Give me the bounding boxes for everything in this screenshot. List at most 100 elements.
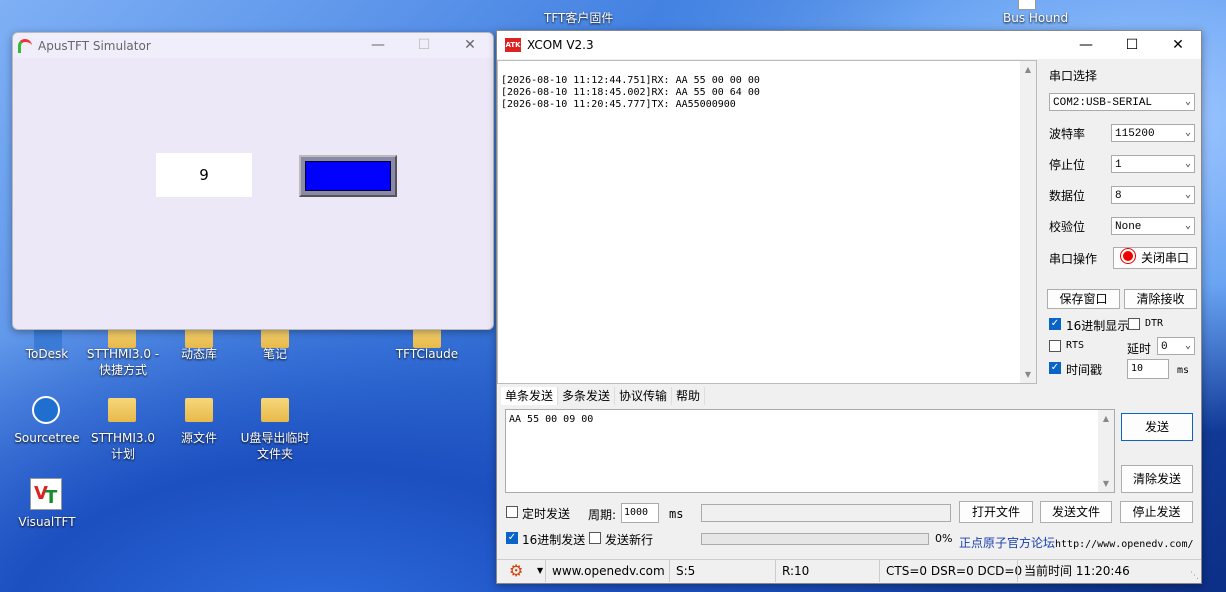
- hex-display-label: 16进制显示: [1066, 319, 1130, 333]
- receive-scrollbar[interactable]: ▲ ▼: [1020, 61, 1036, 383]
- status-current-time: 当前时间 11:20:46: [1017, 560, 1130, 582]
- log-line: [2026-08-10 11:12:44.751]RX: AA 55 00 00…: [501, 75, 760, 86]
- status-url[interactable]: www.openedv.com: [545, 560, 665, 582]
- desktop-label-bus-hound[interactable]: Bus Hound: [1003, 10, 1068, 26]
- delay-label: 延时: [1127, 342, 1152, 356]
- settings-gear-icon[interactable]: ⚙: [509, 562, 523, 580]
- chevron-down-icon[interactable]: ▼: [537, 560, 543, 582]
- stop-bits-label: 停止位: [1049, 158, 1086, 172]
- desktop-icon-notes[interactable]: 笔记: [250, 346, 300, 362]
- xcom-window-title: XCOM V2.3: [527, 38, 594, 52]
- data-bits-select[interactable]: 8 ⌄: [1111, 186, 1195, 204]
- send-button[interactable]: 发送: [1121, 413, 1193, 441]
- port-select-value: COM2:USB-SERIAL: [1053, 97, 1153, 109]
- close-icon[interactable]: ✕: [447, 33, 493, 58]
- send-newline-label: 发送新行: [605, 533, 654, 547]
- chevron-down-icon: ⌄: [1184, 341, 1191, 352]
- apus-number-display: 9: [156, 153, 252, 197]
- stop-bits-value: 1: [1115, 159, 1122, 171]
- desktop-icon-sourcetree[interactable]: Sourcetree: [12, 430, 82, 446]
- tab-help[interactable]: 帮助: [672, 387, 706, 405]
- save-window-button[interactable]: 保存窗口: [1047, 289, 1120, 309]
- resize-grip-icon[interactable]: ⋱: [1190, 571, 1199, 581]
- chevron-down-icon: ⌄: [1184, 97, 1191, 108]
- apus-title-bar: ApusTFT Simulator — ☐ ✕: [13, 33, 493, 58]
- folder-icon[interactable]: [108, 398, 136, 422]
- baud-select[interactable]: 115200 ⌄: [1111, 124, 1195, 142]
- apus-simulator-window: ApusTFT Simulator — ☐ ✕ 9: [12, 32, 494, 330]
- sourcetree-icon[interactable]: [32, 396, 60, 424]
- send-progress-text: 0%: [935, 532, 953, 545]
- tab-multi-send[interactable]: 多条发送: [558, 387, 616, 405]
- timestamp-unit: ms: [1177, 365, 1190, 376]
- desktop-label-tft-customer[interactable]: TFT客户固件: [544, 10, 613, 26]
- apus-blue-button[interactable]: [299, 155, 397, 197]
- period-unit: ms: [669, 507, 684, 521]
- tab-single-send[interactable]: 单条发送: [501, 387, 559, 405]
- folder-icon[interactable]: [185, 398, 213, 422]
- receive-log-area[interactable]: [2026-08-10 11:12:44.751]RX: AA 55 00 00…: [497, 60, 1037, 384]
- timestamp-interval-input[interactable]: 10: [1127, 359, 1169, 379]
- minimize-icon[interactable]: —: [1063, 33, 1109, 58]
- open-file-button[interactable]: 打开文件: [959, 501, 1033, 523]
- timestamp-checkbox[interactable]: ✓: [1049, 362, 1061, 374]
- chevron-down-icon: ⌄: [1184, 159, 1191, 170]
- scroll-down-icon[interactable]: ▼: [1098, 479, 1114, 488]
- desktop-icon-visualtft[interactable]: VisualTFT: [14, 514, 80, 530]
- timed-send-checkbox[interactable]: [506, 506, 518, 518]
- tab-protocol[interactable]: 协议传输: [615, 387, 673, 405]
- clear-receive-label: 清除接收: [1136, 292, 1185, 306]
- timed-send-label: 定时发送: [522, 507, 571, 521]
- desktop-icon-sthmi-plan[interactable]: STTHMI3.0 计划: [86, 430, 160, 462]
- close-port-label: 关闭串口: [1140, 251, 1189, 265]
- minimize-icon[interactable]: —: [355, 33, 401, 58]
- period-input[interactable]: 1000: [621, 503, 659, 523]
- parity-select[interactable]: None ⌄: [1111, 217, 1195, 235]
- bus-hound-icon[interactable]: [1018, 0, 1036, 10]
- open-file-label: 打开文件: [971, 505, 1020, 519]
- port-operation-label: 串口操作: [1049, 252, 1098, 266]
- hex-send-checkbox[interactable]: ✓: [506, 532, 518, 544]
- data-bits-value: 8: [1115, 190, 1122, 202]
- timestamp-interval-value: 10: [1131, 363, 1144, 374]
- rts-label: RTS: [1066, 340, 1085, 351]
- rts-checkbox[interactable]: [1049, 340, 1061, 352]
- send-newline-checkbox[interactable]: [589, 532, 601, 544]
- send-scrollbar[interactable]: ▲ ▼: [1098, 410, 1114, 492]
- hex-send-label: 16进制发送: [522, 533, 586, 547]
- desktop-icon-usb-export[interactable]: U盘导出临时 文件夹: [232, 430, 318, 462]
- chevron-down-icon: ⌄: [1184, 221, 1191, 232]
- clear-receive-button[interactable]: 清除接收: [1124, 289, 1197, 309]
- file-path-field[interactable]: [701, 504, 951, 522]
- scroll-up-icon[interactable]: ▲: [1020, 65, 1036, 74]
- desktop-icon-tftclaude[interactable]: TFTClaude: [394, 346, 460, 362]
- scroll-down-icon[interactable]: ▼: [1020, 370, 1036, 379]
- log-line: [2026-08-10 11:18:45.002]RX: AA 55 00 64…: [501, 87, 760, 98]
- folder-icon[interactable]: [261, 398, 289, 422]
- desktop-icon-sthmi-shortcut[interactable]: STTHMI3.0 - 快捷方式: [84, 346, 162, 378]
- send-file-button[interactable]: 发送文件: [1040, 501, 1112, 523]
- dtr-checkbox[interactable]: [1128, 318, 1140, 330]
- visualtft-icon[interactable]: V T: [30, 478, 62, 510]
- chevron-down-icon: ⌄: [1184, 190, 1191, 201]
- apus-logo-icon: [18, 38, 32, 53]
- stop-send-button[interactable]: 停止发送: [1120, 501, 1193, 523]
- apus-window-title: ApusTFT Simulator: [38, 38, 151, 53]
- delay-value: 0: [1161, 341, 1168, 353]
- stop-bits-select[interactable]: 1 ⌄: [1111, 155, 1195, 173]
- close-icon[interactable]: ✕: [1155, 33, 1201, 58]
- desktop-icon-source-files[interactable]: 源文件: [170, 430, 228, 446]
- send-input[interactable]: AA 55 00 09 00 ▲ ▼: [505, 409, 1115, 493]
- parity-label: 校验位: [1049, 220, 1086, 234]
- forum-link[interactable]: 正点原子官方论坛http://www.openedv.com/: [959, 534, 1194, 551]
- clear-send-button[interactable]: 清除发送: [1121, 465, 1193, 493]
- close-port-button[interactable]: 关闭串口: [1113, 247, 1197, 269]
- desktop-icon-dynlib[interactable]: 动态库: [170, 346, 228, 362]
- maximize-icon[interactable]: ☐: [1109, 33, 1155, 58]
- desktop-icon-todesk[interactable]: ToDesk: [22, 346, 72, 362]
- maximize-icon[interactable]: ☐: [401, 33, 447, 58]
- port-select[interactable]: COM2:USB-SERIAL ⌄: [1049, 93, 1195, 111]
- hex-display-checkbox[interactable]: ✓: [1049, 318, 1061, 330]
- scroll-up-icon[interactable]: ▲: [1098, 414, 1114, 423]
- delay-select[interactable]: 0 ⌄: [1157, 337, 1195, 355]
